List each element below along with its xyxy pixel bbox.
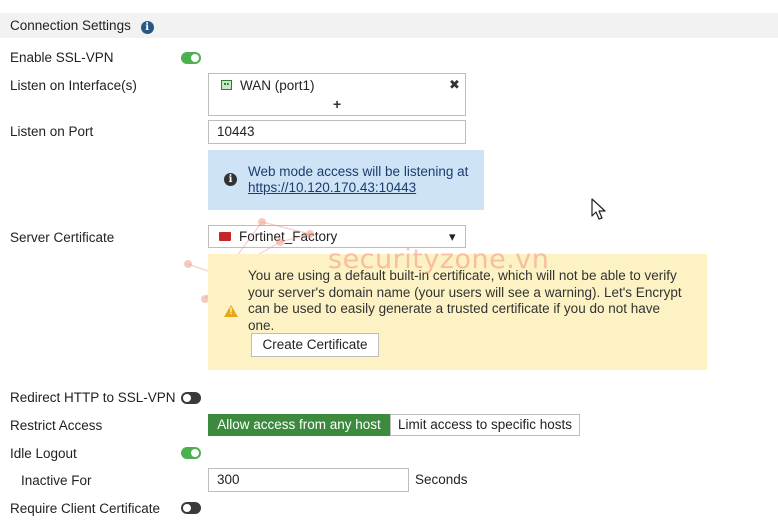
listen-interfaces-label: Listen on Interface(s) — [10, 78, 137, 93]
listen-interfaces-field[interactable]: WAN (port1) ✖ + — [208, 73, 466, 116]
section-title: Connection Settings i — [10, 18, 154, 34]
enable-ssl-vpn-label: Enable SSL-VPN — [10, 50, 114, 65]
toggle-knob — [183, 504, 191, 512]
allow-any-host-option[interactable]: Allow access from any host — [208, 414, 390, 436]
restrict-access-label: Restrict Access — [10, 418, 103, 433]
web-mode-info-box: i Web mode access will be listening at h… — [208, 150, 484, 210]
remove-interface-icon[interactable]: ✖ — [449, 77, 460, 93]
enable-ssl-vpn-toggle[interactable] — [181, 52, 201, 64]
require-client-cert-toggle[interactable] — [181, 502, 201, 514]
redirect-http-label: Redirect HTTP to SSL-VPN — [10, 390, 176, 405]
info-icon: i — [224, 173, 237, 186]
redirect-http-toggle[interactable] — [181, 392, 201, 404]
inactive-for-input[interactable]: 300 — [208, 468, 409, 492]
limit-specific-hosts-option[interactable]: Limit access to specific hosts — [390, 414, 580, 436]
inactive-for-unit: Seconds — [415, 472, 468, 487]
create-certificate-button[interactable]: Create Certificate — [251, 333, 379, 357]
certificate-warning-text: You are using a default built-in certifi… — [248, 268, 682, 333]
listen-port-input[interactable]: 10443 — [208, 120, 466, 144]
web-mode-link[interactable]: https://10.120.170.43:10443 — [248, 180, 416, 195]
watermark-text: securityzone.vn — [328, 244, 550, 275]
warning-icon: ! — [224, 305, 238, 317]
info-icon[interactable]: i — [140, 21, 154, 34]
toggle-knob — [191, 449, 199, 457]
toggle-knob — [183, 394, 191, 402]
require-client-cert-label: Require Client Certificate — [10, 501, 161, 516]
idle-logout-toggle[interactable] — [181, 447, 201, 459]
interface-item-wan: WAN (port1) — [240, 78, 315, 93]
network-port-icon — [221, 80, 232, 90]
connection-settings-header: Connection Settings i — [0, 13, 778, 38]
toggle-knob — [191, 54, 199, 62]
listen-port-label: Listen on Port — [10, 124, 94, 139]
add-interface-icon[interactable]: + — [333, 96, 341, 112]
web-mode-info-text: Web mode access will be listening at — [248, 164, 469, 179]
mouse-cursor-icon — [591, 198, 606, 220]
server-certificate-label: Server Certificate — [10, 230, 115, 245]
idle-logout-label: Idle Logout — [10, 446, 77, 461]
inactive-for-label: Inactive For — [21, 473, 92, 488]
